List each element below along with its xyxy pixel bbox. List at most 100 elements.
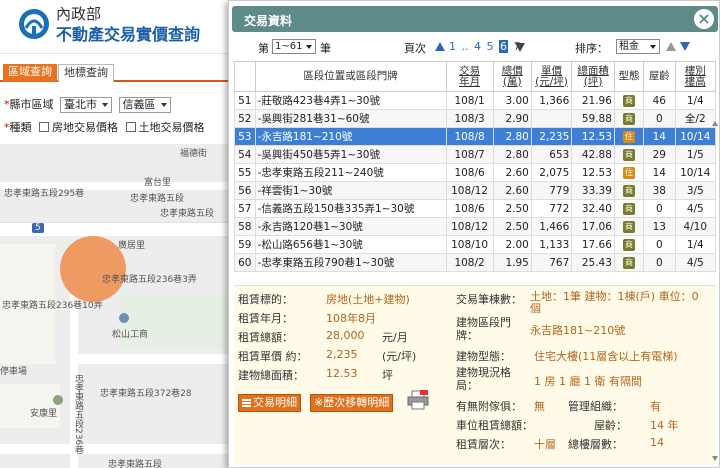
table-row[interactable]: 59 -松山路656巷1~30號 108/10 2.00 1,133 17.66 商 0 1/4: [234, 235, 717, 254]
col-no: [234, 61, 256, 92]
transfer-history-button[interactable]: ※歷次移轉明細: [310, 394, 394, 412]
city-value: 臺北市: [64, 98, 97, 111]
row-number: 55: [234, 163, 256, 182]
floor-value: 十層: [534, 438, 556, 451]
range-value: 1~61: [275, 41, 303, 52]
commercial-icon: 商: [623, 221, 635, 233]
site-header: 內政部 不動產交易實價查詢: [0, 0, 232, 54]
house-price-checkbox[interactable]: [39, 122, 49, 132]
row-unit-price: 1,366: [530, 91, 573, 110]
school-icon: [119, 313, 129, 323]
first-page-icon[interactable]: [435, 42, 445, 51]
map-label: 忠孝東路五段: [130, 194, 185, 204]
table-row[interactable]: 57 -信義路五段150巷335弄1~30號 108/6 2.50 772 32.40 商 0…: [234, 199, 717, 218]
col-area[interactable]: 總面積 (坪): [571, 61, 615, 92]
map-label: 廣居里: [118, 241, 146, 251]
range-select[interactable]: 1~61: [272, 39, 317, 54]
area-value: 12.53: [326, 367, 358, 380]
row-age: 0: [643, 199, 676, 218]
row-address: -信義路五段150巷335弄1~30號: [254, 199, 447, 218]
sort-select[interactable]: 租金: [616, 39, 660, 54]
row-total: 1.95: [492, 253, 532, 272]
detail-scrollbar[interactable]: [711, 121, 719, 461]
filter-panel: *縣市區域 臺北市 信義區 *種類 房地交易價格 土地交易價格: [0, 82, 232, 144]
management-value: 有: [650, 400, 661, 413]
row-number: 53: [234, 127, 256, 146]
scroll-up-icon[interactable]: [712, 121, 718, 126]
table-row[interactable]: 56 -祥雲街1~30號 108/12 2.60 779 33.39 商 38 3/5: [234, 181, 717, 200]
house-price-label: 房地交易價格: [52, 121, 118, 134]
site-title[interactable]: 不動產交易實價查詢: [56, 21, 200, 45]
col-address[interactable]: 區段位置或區段門牌: [254, 61, 447, 92]
transaction-detail-button[interactable]: 交易明細: [238, 394, 301, 412]
table-row[interactable]: 51 -莊敬路423巷4弄1~30號 108/1 3.00 1,366 21.96 商 46 1…: [234, 91, 717, 110]
height-label: 總樓層數：: [568, 438, 623, 451]
page-links: 1 .. 4 5 6 7: [448, 40, 522, 53]
row-unit-price: 2,235: [530, 127, 573, 146]
commercial-icon: 商: [623, 257, 635, 269]
page-link[interactable]: 4: [474, 40, 481, 53]
col-date[interactable]: 交易 年月: [445, 61, 494, 92]
print-icon[interactable]: [407, 390, 429, 410]
sort-value: 租金: [619, 41, 639, 52]
row-address: -永吉路120巷1~30號: [254, 217, 447, 236]
pin-icon: [53, 395, 63, 405]
row-address: -吳興街281巷31~60號: [254, 109, 447, 128]
management-label: 管理組織：: [568, 400, 623, 413]
row-area: 32.40: [571, 199, 615, 218]
table-row[interactable]: 60 -忠孝東路五段790巷1~30號 108/2 1.95 767 25.43 商 0 4/5: [234, 253, 717, 272]
col-total[interactable]: 總價 (萬): [492, 61, 532, 92]
row-address: -吳興街450巷5弄1~30號: [254, 145, 447, 164]
table-row[interactable]: 53 -永吉路181~210號 108/8 2.80 2,235 12.53 住 14 10/1…: [234, 127, 717, 146]
sort-ascending-icon[interactable]: [666, 42, 676, 51]
map-view[interactable]: 福德街 忠孝東路五段295巷 忠孝東路五段 富台里 忠孝東路五段 5 廣居里 忠…: [0, 144, 232, 468]
table-row[interactable]: 58 -永吉路120巷1~30號 108/12 2.50 1,466 17.06 商 13 4/…: [234, 217, 717, 236]
row-area: 17.66: [571, 235, 615, 254]
page-link[interactable]: 5: [487, 40, 494, 53]
ym-label: 租賃年月：: [238, 312, 293, 325]
table-row[interactable]: 52 -吳興街281巷31~60號 108/3 2.90 59.88 商 0 全/2: [234, 109, 717, 128]
count-value: 土地：1筆 建物：1棟(戶) 車位：0個: [530, 290, 699, 315]
map-label: 停車場: [0, 367, 28, 377]
sort-descending-icon[interactable]: [680, 42, 690, 51]
row-address: -松山路656巷1~30號: [254, 235, 447, 254]
row-floor: 1/4: [674, 91, 717, 110]
last-page-icon[interactable]: [515, 43, 525, 52]
dialog-title: 交易資料: [244, 14, 293, 28]
col-unit[interactable]: 單價 (元/坪): [530, 61, 573, 92]
row-age: 0: [643, 235, 676, 254]
tab-area-search[interactable]: 區域查詢: [3, 64, 57, 82]
tab-landmark-search[interactable]: 地標查詢: [58, 64, 114, 82]
land-price-checkbox[interactable]: [125, 122, 136, 132]
total-unit: 元/月: [382, 331, 408, 344]
close-button[interactable]: ×: [694, 9, 714, 29]
row-floor: 1/5: [674, 145, 717, 164]
district-value: 信義區: [122, 98, 156, 111]
residential-icon: 住: [623, 131, 635, 143]
city-select[interactable]: 臺北市: [60, 97, 112, 113]
row-total: 2.80: [492, 145, 532, 164]
dialog-titlebar[interactable]: 交易資料 ×: [232, 6, 718, 32]
table-row[interactable]: 54 -吳興街450巷5弄1~30號 108/7 2.80 653 42.88 商 29 1/5: [234, 145, 717, 164]
row-age: 0: [643, 109, 676, 128]
current-page[interactable]: 6: [499, 40, 508, 53]
search-radius-marker[interactable]: [60, 236, 126, 302]
btype-value: 住宅大樓(11層含以上有電梯): [534, 350, 678, 363]
col-floor[interactable]: 樓別 樓高: [674, 61, 717, 92]
scroll-down-icon[interactable]: [712, 456, 718, 461]
row-address: -永吉路181~210號: [254, 127, 447, 146]
height-value: 14: [650, 436, 664, 449]
row-date: 108/6: [445, 199, 494, 218]
commercial-icon: 商: [623, 185, 635, 197]
row-number: 57: [234, 199, 256, 218]
row-unit-price: 1,133: [530, 235, 573, 254]
district-select[interactable]: 信義區: [118, 97, 171, 113]
row-age: 46: [643, 91, 676, 110]
target-value: 房地(土地+建物): [326, 293, 410, 306]
table-row[interactable]: 55 -忠孝東路五段211~240號 108/6 2.60 2,075 12.53 住 14 1…: [234, 163, 717, 182]
row-total: 2.60: [492, 181, 532, 200]
region-label: 縣市區域: [9, 98, 54, 111]
page-link[interactable]: 1: [449, 40, 456, 53]
ministry-logo-icon[interactable]: [18, 8, 50, 40]
col-age[interactable]: 屋齡: [643, 61, 676, 92]
